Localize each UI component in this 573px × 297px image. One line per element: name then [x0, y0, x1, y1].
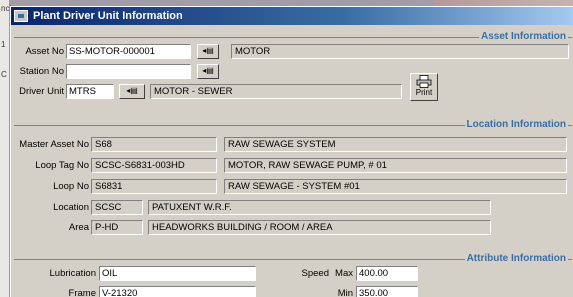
location-description-field: PATUXENT W.R.F. [148, 200, 491, 215]
asset-lookup-button[interactable]: ◂▤ [197, 44, 219, 59]
speed-max-label: Max [335, 268, 353, 279]
asset-information-section: Asset Information [14, 31, 572, 42]
loop-tag-no-label: Loop Tag No [35, 160, 89, 171]
asset-description-field: MOTOR [231, 44, 569, 59]
background-text: 1 [1, 40, 6, 49]
asset-no-field[interactable]: SS-MOTOR-000001 [66, 44, 191, 59]
loop-no-field: S6831 [91, 179, 217, 194]
station-no-field[interactable] [66, 64, 191, 79]
asset-information-caption: Asset Information [478, 31, 568, 42]
master-asset-no-label: Master Asset No [19, 139, 89, 150]
lubrication-label: Lubrication [49, 268, 96, 279]
master-asset-no-field: S68 [91, 137, 217, 152]
printer-icon [416, 75, 432, 88]
plant-driver-unit-window: Plant Driver Unit Information Asset Info… [10, 6, 573, 297]
location-information-section: Location Information [14, 119, 572, 130]
asset-no-label: Asset No [25, 46, 64, 57]
location-label: Location [53, 202, 89, 213]
attribute-information-caption: Attribute Information [464, 253, 568, 264]
background-window-fragment: ncl 1 C [0, 0, 11, 297]
driver-unit-description-field: MOTOR - SEWER [150, 84, 402, 99]
lookup-list-icon: ◂▤ [202, 66, 214, 75]
print-button[interactable]: Print [410, 73, 438, 101]
attribute-information-section: Attribute Information [14, 253, 572, 264]
loop-no-description-field: RAW SEWAGE - SYSTEM #01 [224, 179, 567, 194]
background-text: C [1, 70, 7, 79]
station-lookup-button[interactable]: ◂▤ [197, 64, 219, 79]
driver-unit-field[interactable]: MTRS [66, 84, 114, 99]
print-label: Print [415, 88, 433, 97]
master-asset-description-field: RAW SEWAGE SYSTEM [224, 137, 567, 152]
loop-tag-description-field: MOTOR, RAW SEWAGE PUMP, # 01 [224, 158, 567, 173]
lubrication-field[interactable]: OIL [99, 266, 256, 281]
location-code-field: SCSC [91, 200, 143, 215]
frame-label: Frame [68, 288, 96, 297]
window-title: Plant Driver Unit Information [33, 10, 183, 22]
area-label: Area [68, 222, 89, 233]
app-icon [14, 10, 28, 22]
area-code-field: P-HD [91, 220, 143, 235]
driver-unit-lookup-button[interactable]: ◂▤ [119, 84, 145, 99]
title-bar[interactable]: Plant Driver Unit Information [11, 7, 573, 25]
location-information-caption: Location Information [464, 119, 568, 130]
driver-unit-label: Driver Unit [19, 86, 64, 97]
lookup-list-icon: ◂▤ [126, 86, 138, 95]
speed-min-field[interactable]: 350.00 [356, 286, 418, 297]
frame-field[interactable]: V-21320 [99, 286, 256, 297]
speed-min-label: Min [337, 288, 353, 297]
loop-tag-no-field: SCSC-S6831-003HD [91, 158, 217, 173]
station-no-label: Station No [19, 66, 64, 77]
loop-no-label: Loop No [53, 181, 89, 192]
area-description-field: HEADWORKS BUILDING / ROOM / AREA [148, 220, 491, 235]
lookup-list-icon: ◂▤ [202, 46, 214, 55]
speed-max-field[interactable]: 400.00 [356, 266, 418, 281]
speed-label: Speed [301, 268, 329, 279]
